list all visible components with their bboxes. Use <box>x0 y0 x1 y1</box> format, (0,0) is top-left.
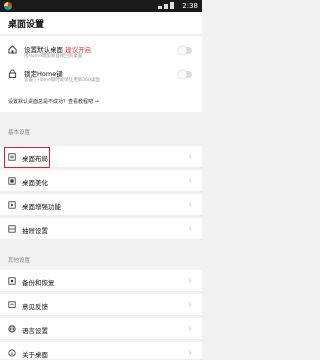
app-logo-icon <box>4 2 12 10</box>
backup-icon <box>8 277 16 285</box>
menu-item-desktop-beautify[interactable]: 桌面美化 › <box>0 170 202 192</box>
wifi-icon <box>164 4 168 9</box>
beautify-icon <box>8 177 16 185</box>
status-time: 2:38 <box>182 2 198 10</box>
menu-item-language[interactable]: 语言设置 › <box>0 318 202 340</box>
lock-icon <box>8 69 17 78</box>
enhance-icon <box>8 201 16 209</box>
chevron-right-icon: › <box>188 152 192 161</box>
status-bar: 2:38 <box>0 0 202 12</box>
feedback-icon <box>8 301 16 308</box>
globe-icon <box>8 325 16 333</box>
signal-icon <box>158 6 162 9</box>
info-icon <box>8 349 16 357</box>
toggle-knob <box>178 46 187 55</box>
chevron-right-icon: › <box>188 348 192 357</box>
menu-item-about[interactable]: 关于桌面 › <box>0 342 202 360</box>
drawer-icon <box>8 225 16 233</box>
page-title: 桌面设置 <box>8 20 45 30</box>
launcher-settings-card: 设置默认桌面 建议开启 用Home键能够直接回到桌面 锁定Home键 设置了Ho… <box>0 36 202 112</box>
toggle-knob <box>178 70 187 79</box>
section-label-basic: 基本设置 <box>8 130 31 136</box>
menu-item-drawer-settings[interactable]: 抽屉设置 › <box>0 218 202 240</box>
menu-item-feedback[interactable]: 意见反馈 › <box>0 294 202 316</box>
menu-label: 桌面增强功能 <box>22 203 61 211</box>
default-launcher-subtitle: 用Home键能够直接回到桌面 <box>24 54 83 59</box>
battery-icon <box>170 2 174 9</box>
menu-label: 语言设置 <box>22 327 48 335</box>
page-header: 桌面设置 <box>0 12 202 34</box>
menu-item-desktop-enhance[interactable]: 桌面增强功能 › <box>0 194 202 216</box>
lock-home-subtitle: 设置了Home键时能够让用到360桌面 <box>24 78 100 83</box>
default-launcher-toggle[interactable] <box>178 46 192 55</box>
menu-label: 关于桌面 <box>22 351 48 359</box>
chevron-right-icon: › <box>188 200 192 209</box>
lock-home-toggle[interactable] <box>178 70 192 79</box>
status-icons <box>158 2 174 9</box>
chevron-right-icon: › <box>188 224 192 233</box>
highlight-box <box>4 147 50 168</box>
chevron-right-icon: › <box>188 176 192 185</box>
chevron-right-icon: › <box>188 324 192 333</box>
menu-label: 抽屉设置 <box>22 227 48 235</box>
menu-item-backup-restore[interactable]: 备份和恢复 › <box>0 270 202 292</box>
home-icon <box>8 45 17 54</box>
menu-label: 桌面美化 <box>22 179 48 187</box>
chevron-right-icon: › <box>188 276 192 285</box>
section-label-other: 其他设置 <box>8 258 31 264</box>
menu-label: 意见反馈 <box>22 303 48 311</box>
menu-label: 备份和恢复 <box>22 279 55 287</box>
chevron-right-icon: › <box>188 300 192 309</box>
tutorial-link[interactable]: 设置默认桌面总是不成功？查看教程吧 → <box>8 98 99 105</box>
